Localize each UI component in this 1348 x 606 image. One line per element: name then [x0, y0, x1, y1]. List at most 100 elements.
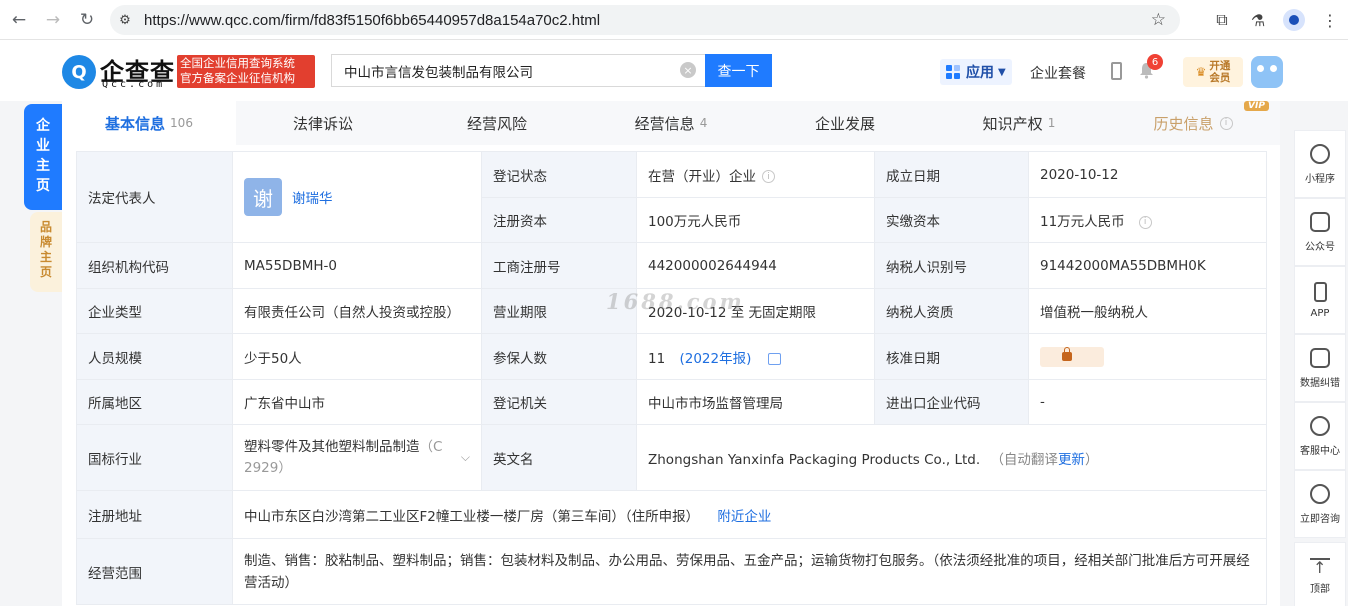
notification-count-badge: 6: [1147, 54, 1163, 70]
forward-arrow-icon[interactable]: →: [38, 5, 68, 35]
site-header: Q 企查查 Qcc.com 全国企业信用查询系统 官方备案企业征信机构 中山市言…: [0, 40, 1348, 101]
vip-locked-value[interactable]: [1040, 346, 1104, 367]
region-value: 广东省中山市: [232, 379, 482, 425]
tab-history-info[interactable]: 历史信息 i VIP: [1106, 101, 1280, 145]
taxpayer-qual-label: 纳税人资质: [874, 288, 1029, 334]
basic-info-table: 法定代表人 谢 谢瑞华 登记状态 在营（开业）企业 i 成立日期 2020-10-…: [76, 151, 1267, 605]
english-name-update-link[interactable]: 更新: [1058, 452, 1085, 468]
tab-intellectual-property[interactable]: 知识产权 1: [932, 101, 1106, 145]
data-correction-button[interactable]: 数据纠错: [1294, 334, 1346, 402]
approval-date-label: 核准日期: [874, 333, 1029, 380]
chevron-down-icon[interactable]: ⌵: [461, 450, 470, 465]
legal-rep-avatar[interactable]: 谢: [244, 178, 282, 216]
profile-avatar-icon: [1283, 9, 1305, 31]
url-text[interactable]: https://www.qcc.com/firm/fd83f5150f6bb65…: [144, 12, 600, 29]
qcc-logo-icon[interactable]: Q: [62, 55, 96, 89]
tab-legal-litigation-label: 法律诉讼: [292, 114, 353, 133]
browser-menu-icon[interactable]: ⋮: [1312, 11, 1348, 30]
address-value: 中山市东区白沙湾第二工业区F2幢工业楼一楼厂房（第三车间）（住所申报）: [244, 508, 700, 525]
tab-business-risk-label: 经营风险: [466, 114, 527, 133]
badge-line-2: 官方备案企业征信机构: [180, 71, 295, 85]
industry-label: 国标行业: [76, 424, 233, 491]
company-type-label: 企业类型: [76, 288, 233, 334]
bookmark-star-icon[interactable]: ☆: [1151, 10, 1166, 30]
biz-reg-no-value: 442000002644944: [636, 242, 875, 289]
english-name-cell: Zhongshan Yanxinfa Packaging Products Co…: [636, 424, 1267, 491]
address-bar[interactable]: ⚙ https://www.qcc.com/firm/fd83f5150f6bb…: [110, 5, 1180, 35]
chevron-down-icon: ▼: [998, 66, 1006, 78]
mobile-phone-icon[interactable]: [1111, 62, 1122, 80]
tab-business-risk[interactable]: 经营风险: [410, 101, 584, 145]
insured-value: 11: [648, 350, 666, 367]
right-toolbar: 小程序 公众号 APP 数据纠错 客服中心 立即咨询 顶部: [1294, 130, 1346, 606]
info-icon[interactable]: i: [1138, 215, 1152, 229]
legal-rep-name-link[interactable]: 谢瑞华: [292, 187, 333, 207]
apps-menu-button[interactable]: 应用 ▼: [940, 59, 1012, 85]
tab-company-development[interactable]: 企业发展: [758, 101, 932, 145]
customer-service-icon: [1310, 415, 1330, 436]
search-button[interactable]: 查一下: [705, 54, 772, 87]
site-info-icon[interactable]: ⚙: [110, 13, 140, 28]
legal-rep-label: 法定代表人: [76, 151, 233, 243]
user-mascot-avatar[interactable]: [1251, 56, 1283, 88]
enterprise-package-link[interactable]: 企业套餐: [1030, 63, 1086, 83]
legal-rep-cell: 谢 谢瑞华: [232, 151, 482, 243]
import-export-value: -: [1028, 379, 1267, 425]
back-arrow-icon[interactable]: ←: [4, 5, 34, 35]
tab-basic-info-label: 基本信息: [105, 114, 166, 133]
official-account-button[interactable]: 公众号: [1294, 198, 1346, 266]
side-tab-brand-home[interactable]: 品牌主页: [30, 212, 62, 292]
section-tabs: 基本信息 106 法律诉讼 经营风险 经营信息 4 企业发展 知识产权 1 历史信息 …: [62, 101, 1280, 145]
phone-app-icon: [1313, 281, 1327, 302]
info-icon[interactable]: i: [1219, 116, 1233, 130]
customer-service-button[interactable]: 客服中心: [1294, 402, 1346, 470]
trend-chart-icon[interactable]: [767, 352, 781, 365]
tab-business-info[interactable]: 经营信息 4: [584, 101, 758, 145]
org-code-value: MA55DBMH-0: [232, 242, 482, 289]
nearby-companies-link[interactable]: 附近企业: [717, 509, 771, 525]
consult-now-button[interactable]: 立即咨询: [1294, 470, 1346, 538]
clear-search-icon[interactable]: ×: [680, 62, 696, 78]
profile-button[interactable]: [1276, 9, 1312, 31]
reg-status-value: 在营（开业）企业: [648, 168, 756, 185]
tab-legal-litigation[interactable]: 法律诉讼: [236, 101, 410, 145]
lock-icon: [1062, 347, 1072, 361]
tab-basic-info[interactable]: 基本信息 106: [62, 101, 236, 145]
auto-translate-note: （自动翻译: [990, 451, 1058, 468]
data-correction-icon: [1310, 347, 1330, 368]
info-icon[interactable]: i: [762, 170, 775, 183]
staff-size-value: 少于50人: [232, 333, 482, 380]
reload-icon[interactable]: ↻: [72, 5, 102, 35]
industry-cell[interactable]: 塑料零件及其他塑料制品制造（C 2929） ⌵: [232, 424, 482, 491]
reg-capital-value: 100万元人民币: [636, 197, 875, 243]
mini-program-icon: [1310, 143, 1330, 164]
company-search-input[interactable]: 中山市言信发包装制品有限公司: [331, 54, 705, 87]
open-vip-button[interactable]: ♛ 开通 会员: [1183, 57, 1243, 87]
insured-annual-report-link[interactable]: (2022年报): [679, 351, 751, 367]
found-date-value: 2020-10-12: [1028, 151, 1267, 198]
scope-label: 经营范围: [76, 538, 233, 605]
back-to-top-button[interactable]: 顶部: [1294, 542, 1346, 606]
tab-intellectual-property-label: 知识产权: [982, 114, 1043, 133]
app-download-button[interactable]: APP: [1294, 266, 1346, 334]
mini-program-button[interactable]: 小程序: [1294, 130, 1346, 198]
found-date-label: 成立日期: [874, 151, 1029, 198]
industry-value: 塑料零件及其他塑料制品制造: [244, 438, 420, 455]
address-label: 注册地址: [76, 490, 233, 539]
english-name-label: 英文名: [481, 424, 637, 491]
back-to-top-icon: [1310, 557, 1330, 577]
mini-program-label: 小程序: [1305, 173, 1335, 185]
tab-business-info-count: 4: [699, 116, 708, 130]
back-to-top-label: 顶部: [1310, 583, 1330, 595]
vip-crown-icon: ♛: [1195, 65, 1207, 79]
vip-line-2: 会员: [1209, 72, 1231, 84]
approval-date-cell: [1028, 333, 1267, 380]
company-info-card: 基本信息 106 法律诉讼 经营风险 经营信息 4 企业发展 知识产权 1 历史信息 …: [62, 101, 1280, 606]
taxpayer-id-value: 91442000MA55DBMH0K: [1028, 242, 1267, 289]
tab-company-development-label: 企业发展: [814, 114, 875, 133]
tab-intellectual-property-count: 1: [1047, 116, 1056, 130]
side-tab-company-home[interactable]: 企业主页: [24, 104, 62, 210]
taxpayer-id-label: 纳税人识别号: [874, 242, 1029, 289]
extensions-icon[interactable]: ⧉: [1204, 10, 1240, 30]
labs-flask-icon[interactable]: ⚗: [1240, 11, 1276, 30]
